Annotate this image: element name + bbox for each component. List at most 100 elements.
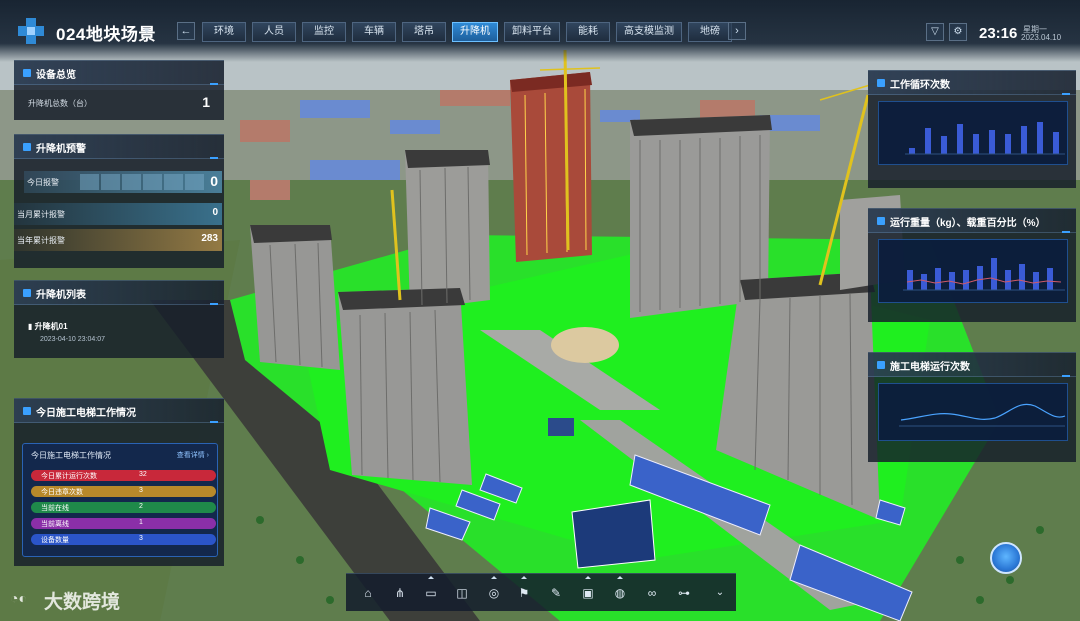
- status-row-violations: 今日违章次数 3: [31, 486, 216, 497]
- elevator-runs-chart[interactable]: [878, 383, 1068, 441]
- panel-icon: [877, 361, 885, 369]
- nav-prev-button[interactable]: ←: [177, 22, 195, 40]
- alarm-today-label: 今日报警: [27, 178, 59, 187]
- alarm-year-label: 当年累计报警: [17, 236, 65, 245]
- hoist-time: 2023-04-10 23:04:07: [40, 336, 105, 343]
- status-label: 今日累计运行次数: [41, 473, 97, 480]
- header-accent: [1062, 231, 1070, 233]
- status-label: 当前离线: [41, 521, 69, 528]
- globe-icon[interactable]: ◍: [612, 585, 628, 601]
- work-cycles-title: 工作循环次数: [890, 80, 950, 91]
- header-accent: [210, 303, 218, 305]
- weight-chart-svg: [903, 258, 1065, 291]
- work-cycles-chart[interactable]: [878, 101, 1068, 165]
- panel-icon[interactable]: ▭: [423, 585, 439, 601]
- status-value: 1: [139, 519, 143, 526]
- work-cycles-header: 工作循环次数: [868, 71, 1076, 95]
- tab-unloading-platform[interactable]: 卸料平台: [504, 22, 560, 42]
- elevator-runs-header: 施工电梯运行次数: [868, 353, 1076, 377]
- status-value: 3: [139, 535, 143, 542]
- elevator-runs-title: 施工电梯运行次数: [890, 362, 970, 373]
- weight-header: 运行重量（kg）、载重百分比（%）: [868, 209, 1076, 233]
- alarm-month-value: 0: [212, 207, 218, 218]
- view-details-link[interactable]: 查看详情 ›: [177, 450, 209, 460]
- weight-panel: 运行重量（kg）、载重百分比（%）: [868, 208, 1076, 322]
- alarm-header: 升降机预警: [14, 135, 224, 159]
- site-title[interactable]: 024地块场景: [56, 20, 156, 45]
- header-accent: [210, 421, 218, 423]
- clock: 23:16: [979, 25, 1018, 42]
- list-item[interactable]: ▮ 升降机01 2023-04-10 23:04:07: [28, 321, 105, 343]
- nav-next-button[interactable]: ›: [728, 22, 746, 40]
- alarm-month-row[interactable]: 当月累计报警 0: [14, 203, 222, 225]
- hoist-list-title: 升降机列表: [36, 290, 86, 301]
- alarm-today-cells: [80, 174, 204, 190]
- alarm-panel: 升降机预警 今日报警 0 当月累计报警 0 当年累计报警 283: [14, 134, 224, 268]
- tab-high-formwork[interactable]: 高支模监测: [616, 22, 682, 42]
- bottom-toolbar: ⌂ ⋔ ▭ ◫ ◎ ⚑ ✎ ▣ ◍ ∞ ⊶ ⌄: [346, 573, 736, 611]
- elevator-runs-chart-svg: [899, 403, 1066, 427]
- caret-up-icon: [521, 576, 527, 579]
- alarm-year-row[interactable]: 当年累计报警 283: [14, 229, 222, 251]
- header-accent: [210, 157, 218, 159]
- work-status-header: 今日施工电梯工作情况: [14, 399, 224, 423]
- header-accent: [1062, 375, 1070, 377]
- work-cycles-chart-svg: [905, 122, 1065, 155]
- overview-panel: 设备总览 升降机总数（台） 1: [14, 60, 224, 120]
- work-box-title: 今日施工电梯工作情况: [31, 451, 111, 460]
- header-accent: [1062, 93, 1070, 95]
- status-value: 2: [139, 503, 143, 510]
- watermark-logo-icon: ◔◐: [10, 590, 27, 606]
- split-icon[interactable]: ◫: [454, 585, 470, 601]
- alarm-title: 升降机预警: [36, 144, 86, 155]
- work-status-title: 今日施工电梯工作情况: [36, 408, 136, 419]
- caret-up-icon: [428, 576, 434, 579]
- alarm-year-value: 283: [201, 233, 218, 244]
- nav-tabs: 环境 人员 监控 车辆 塔吊 升降机 卸料平台 能耗 高支模监测 地磅: [202, 22, 732, 42]
- chevron-down-icon[interactable]: ▾: [144, 24, 150, 37]
- locate-icon[interactable]: ◎: [486, 585, 502, 601]
- chevron-down-icon[interactable]: ⌄: [712, 585, 728, 601]
- tab-hoist[interactable]: 升降机: [452, 22, 498, 42]
- status-label: 当前在线: [41, 505, 69, 512]
- tab-environment[interactable]: 环境: [202, 22, 246, 42]
- filter-icon[interactable]: ▽: [926, 23, 944, 41]
- tab-weighbridge[interactable]: 地磅: [688, 22, 732, 42]
- panel-icon: [23, 143, 31, 151]
- home-icon[interactable]: ⌂: [360, 585, 376, 601]
- alarm-month-label: 当月累计报警: [17, 210, 65, 219]
- alarm-today-row[interactable]: 今日报警 0: [24, 171, 222, 193]
- elevator-runs-panel: 施工电梯运行次数: [868, 352, 1076, 462]
- hoist-total-label: 升降机总数（台）: [28, 99, 92, 108]
- work-status-box: 今日施工电梯工作情况 查看详情 › 今日累计运行次数 32 今日违章次数 3 当…: [22, 443, 218, 557]
- gear-icon[interactable]: ⚙: [949, 23, 967, 41]
- edit-icon[interactable]: ✎: [548, 585, 564, 601]
- panel-icon: [877, 79, 885, 87]
- status-row-online: 当前在线 2: [31, 502, 216, 513]
- tab-monitoring[interactable]: 监控: [302, 22, 346, 42]
- network-icon[interactable]: ⋔: [392, 585, 408, 601]
- layers-icon[interactable]: ▣: [580, 585, 596, 601]
- panel-icon: [23, 69, 31, 77]
- work-cycles-panel: 工作循环次数: [868, 70, 1076, 188]
- status-label: 今日违章次数: [41, 489, 83, 496]
- logo-icon: [18, 18, 44, 44]
- panel-icon: [23, 289, 31, 297]
- compass-icon[interactable]: [990, 542, 1022, 574]
- alarm-today-value: 0: [210, 173, 218, 189]
- tab-energy[interactable]: 能耗: [566, 22, 610, 42]
- panel-icon: [877, 217, 885, 225]
- status-row-runs: 今日累计运行次数 32: [31, 470, 216, 481]
- caret-up-icon: [617, 576, 623, 579]
- tab-personnel[interactable]: 人员: [252, 22, 296, 42]
- link-icon[interactable]: ∞: [644, 585, 660, 601]
- header-accent: [210, 83, 218, 85]
- tab-tower-crane[interactable]: 塔吊: [402, 22, 446, 42]
- work-status-panel: 今日施工电梯工作情况 今日施工电梯工作情况 查看详情 › 今日累计运行次数 32…: [14, 398, 224, 566]
- flag-icon[interactable]: ⚑: [516, 585, 532, 601]
- settings-sliders-icon[interactable]: ⊶: [676, 585, 692, 601]
- status-value: 32: [139, 471, 147, 478]
- tab-vehicles[interactable]: 车辆: [352, 22, 396, 42]
- weight-chart[interactable]: [878, 239, 1068, 303]
- overview-header: 设备总览: [14, 61, 224, 85]
